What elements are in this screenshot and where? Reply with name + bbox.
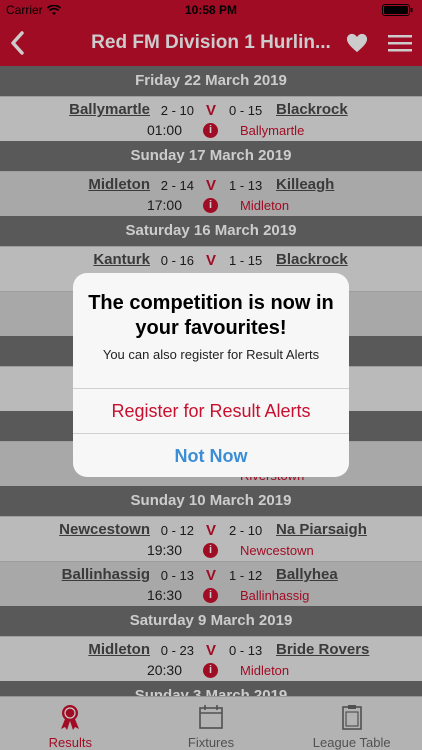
not-now-button[interactable]: Not Now bbox=[73, 433, 349, 477]
register-alerts-button[interactable]: Register for Result Alerts bbox=[73, 388, 349, 432]
modal-backdrop-tabbar bbox=[0, 696, 422, 750]
favourites-alert: The competition is now in your favourite… bbox=[73, 273, 349, 477]
alert-message: You can also register for Result Alerts bbox=[102, 347, 320, 362]
alert-title: The competition is now in your favourite… bbox=[88, 292, 334, 339]
